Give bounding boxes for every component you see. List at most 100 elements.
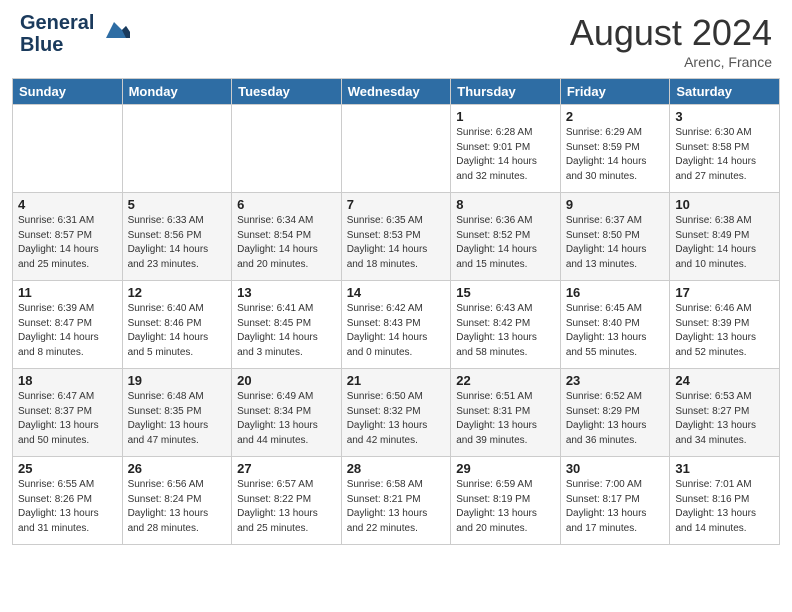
day-info: Sunrise: 6:36 AMSunset: 8:52 PMDaylight:… bbox=[456, 214, 555, 272]
calendar-cell: 12 Sunrise: 6:40 AMSunset: 8:46 PMDayligh… bbox=[122, 281, 232, 369]
day-number: 22 bbox=[456, 373, 555, 388]
day-info: Sunrise: 6:55 AMSunset: 8:26 PMDaylight:… bbox=[18, 478, 117, 536]
day-number: 9 bbox=[566, 197, 665, 212]
calendar-cell: 13 Sunrise: 6:41 AMSunset: 8:45 PMDayligh… bbox=[232, 281, 342, 369]
day-info: Sunrise: 6:37 AMSunset: 8:50 PMDaylight:… bbox=[566, 214, 665, 272]
calendar-cell bbox=[232, 105, 342, 193]
day-number: 7 bbox=[347, 197, 446, 212]
day-number: 27 bbox=[237, 461, 336, 476]
day-number: 3 bbox=[675, 109, 774, 124]
calendar-cell: 5Sunrise: 6:33 AMSunset: 8:56 PMDaylight… bbox=[122, 193, 232, 281]
day-number: 19 bbox=[128, 373, 227, 388]
weekday-header: Friday bbox=[560, 79, 670, 105]
calendar-week-row: 11Sunrise: 6:39 AMSunset: 8:47 PMDayligh… bbox=[13, 281, 780, 369]
day-number: 12 bbox=[128, 285, 227, 300]
logo: GeneralBlue bbox=[20, 12, 130, 56]
calendar-week-row: 1Sunrise: 6:28 AMSunset: 9:01 PMDaylight… bbox=[13, 105, 780, 193]
day-info: Sunrise: 6:56 AMSunset: 8:24 PMDaylight:… bbox=[128, 478, 227, 536]
month-title: August 2024 bbox=[570, 12, 772, 54]
day-number: 30 bbox=[566, 461, 665, 476]
day-number: 21 bbox=[347, 373, 446, 388]
calendar-cell: 29Sunrise: 6:59 AMSunset: 8:19 PMDayligh… bbox=[451, 457, 561, 545]
calendar-cell: 2 Sunrise: 6:29 AMSunset: 8:59 PMDaylight… bbox=[560, 105, 670, 193]
calendar-cell: 15Sunrise: 6:43 AMSunset: 8:42 PMDayligh… bbox=[451, 281, 561, 369]
day-info: Sunrise: 6:57 AMSunset: 8:22 PMDaylight:… bbox=[237, 478, 336, 536]
weekday-header: Saturday bbox=[670, 79, 780, 105]
page-header: GeneralBlue August 2024 Arenc, France bbox=[0, 0, 792, 78]
weekday-header: Thursday bbox=[451, 79, 561, 105]
day-info: Sunrise: 6:48 AMSunset: 8:35 PMDaylight:… bbox=[128, 390, 227, 448]
day-info: Sunrise: 6:58 AMSunset: 8:21 PMDaylight:… bbox=[347, 478, 446, 536]
calendar-cell bbox=[122, 105, 232, 193]
day-info: Sunrise: 6:35 AMSunset: 8:53 PMDaylight:… bbox=[347, 214, 446, 272]
calendar-cell: 25 Sunrise: 6:55 AMSunset: 8:26 PMDayligh… bbox=[13, 457, 123, 545]
day-info: Sunrise: 6:50 AMSunset: 8:32 PMDaylight:… bbox=[347, 390, 446, 448]
day-number: 15 bbox=[456, 285, 555, 300]
day-info: Sunrise: 7:01 AMSunset: 8:16 PMDaylight:… bbox=[675, 478, 774, 536]
day-info: Sunrise: 6:38 AMSunset: 8:49 PMDaylight:… bbox=[675, 214, 774, 272]
calendar-cell bbox=[13, 105, 123, 193]
day-number: 26 bbox=[128, 461, 227, 476]
calendar-cell: 6 Sunrise: 6:34 AMSunset: 8:54 PMDaylight… bbox=[232, 193, 342, 281]
day-number: 10 bbox=[675, 197, 774, 212]
calendar-cell: 4 Sunrise: 6:31 AMSunset: 8:57 PMDaylight… bbox=[13, 193, 123, 281]
day-info: Sunrise: 7:00 AMSunset: 8:17 PMDaylight:… bbox=[566, 478, 665, 536]
day-info: Sunrise: 6:41 AMSunset: 8:45 PMDaylight:… bbox=[237, 302, 336, 360]
logo-text: GeneralBlue bbox=[20, 12, 94, 56]
day-number: 8 bbox=[456, 197, 555, 212]
calendar-cell: 28 Sunrise: 6:58 AMSunset: 8:21 PMDayligh… bbox=[341, 457, 451, 545]
day-info: Sunrise: 6:34 AMSunset: 8:54 PMDaylight:… bbox=[237, 214, 336, 272]
calendar-cell: 31 Sunrise: 7:01 AMSunset: 8:16 PMDayligh… bbox=[670, 457, 780, 545]
calendar-cell: 30 Sunrise: 7:00 AMSunset: 8:17 PMDayligh… bbox=[560, 457, 670, 545]
weekday-header: Tuesday bbox=[232, 79, 342, 105]
day-number: 4 bbox=[18, 197, 117, 212]
calendar-cell: 24 Sunrise: 6:53 AMSunset: 8:27 PMDayligh… bbox=[670, 369, 780, 457]
calendar-cell: 8 Sunrise: 6:36 AMSunset: 8:52 PMDaylight… bbox=[451, 193, 561, 281]
logo-icon bbox=[98, 18, 130, 46]
day-number: 2 bbox=[566, 109, 665, 124]
calendar-cell bbox=[341, 105, 451, 193]
day-info: Sunrise: 6:42 AMSunset: 8:43 PMDaylight:… bbox=[347, 302, 446, 360]
calendar-cell: 10 Sunrise: 6:38 AMSunset: 8:49 PMDayligh… bbox=[670, 193, 780, 281]
day-number: 14 bbox=[347, 285, 446, 300]
day-info: Sunrise: 6:31 AMSunset: 8:57 PMDaylight:… bbox=[18, 214, 117, 272]
day-info: Sunrise: 6:40 AMSunset: 8:46 PMDaylight:… bbox=[128, 302, 227, 360]
title-area: August 2024 Arenc, France bbox=[570, 12, 772, 70]
day-number: 25 bbox=[18, 461, 117, 476]
calendar-cell: 7 Sunrise: 6:35 AMSunset: 8:53 PMDaylight… bbox=[341, 193, 451, 281]
day-number: 31 bbox=[675, 461, 774, 476]
calendar-cell: 26 Sunrise: 6:56 AMSunset: 8:24 PMDayligh… bbox=[122, 457, 232, 545]
day-number: 5 bbox=[128, 197, 227, 212]
calendar-cell: 1Sunrise: 6:28 AMSunset: 9:01 PMDaylight… bbox=[451, 105, 561, 193]
day-info: Sunrise: 6:28 AMSunset: 9:01 PMDaylight:… bbox=[456, 126, 555, 184]
calendar-cell: 18 Sunrise: 6:47 AMSunset: 8:37 PMDayligh… bbox=[13, 369, 123, 457]
day-info: Sunrise: 6:47 AMSunset: 8:37 PMDaylight:… bbox=[18, 390, 117, 448]
day-info: Sunrise: 6:53 AMSunset: 8:27 PMDaylight:… bbox=[675, 390, 774, 448]
day-number: 28 bbox=[347, 461, 446, 476]
day-info: Sunrise: 6:29 AMSunset: 8:59 PMDaylight:… bbox=[566, 126, 665, 184]
calendar-cell: 14 Sunrise: 6:42 AMSunset: 8:43 PMDayligh… bbox=[341, 281, 451, 369]
calendar-cell: 19 Sunrise: 6:48 AMSunset: 8:35 PMDayligh… bbox=[122, 369, 232, 457]
location: Arenc, France bbox=[570, 54, 772, 70]
day-number: 6 bbox=[237, 197, 336, 212]
day-number: 13 bbox=[237, 285, 336, 300]
day-info: Sunrise: 6:46 AMSunset: 8:39 PMDaylight:… bbox=[675, 302, 774, 360]
calendar-cell: 23 Sunrise: 6:52 AMSunset: 8:29 PMDayligh… bbox=[560, 369, 670, 457]
day-number: 17 bbox=[675, 285, 774, 300]
weekday-header: Wednesday bbox=[341, 79, 451, 105]
calendar-cell: 3Sunrise: 6:30 AMSunset: 8:58 PMDaylight… bbox=[670, 105, 780, 193]
calendar-cell: 27 Sunrise: 6:57 AMSunset: 8:22 PMDayligh… bbox=[232, 457, 342, 545]
day-number: 11 bbox=[18, 285, 117, 300]
calendar-cell: 16Sunrise: 6:45 AMSunset: 8:40 PMDayligh… bbox=[560, 281, 670, 369]
day-number: 23 bbox=[566, 373, 665, 388]
day-info: Sunrise: 6:52 AMSunset: 8:29 PMDaylight:… bbox=[566, 390, 665, 448]
day-number: 29 bbox=[456, 461, 555, 476]
calendar-week-row: 18 Sunrise: 6:47 AMSunset: 8:37 PMDayligh… bbox=[13, 369, 780, 457]
weekday-header: Monday bbox=[122, 79, 232, 105]
weekday-header-row: SundayMondayTuesdayWednesdayThursdayFrid… bbox=[13, 79, 780, 105]
day-number: 24 bbox=[675, 373, 774, 388]
calendar-cell: 20Sunrise: 6:49 AMSunset: 8:34 PMDayligh… bbox=[232, 369, 342, 457]
day-number: 18 bbox=[18, 373, 117, 388]
calendar-week-row: 4 Sunrise: 6:31 AMSunset: 8:57 PMDaylight… bbox=[13, 193, 780, 281]
calendar-table: SundayMondayTuesdayWednesdayThursdayFrid… bbox=[12, 78, 780, 545]
